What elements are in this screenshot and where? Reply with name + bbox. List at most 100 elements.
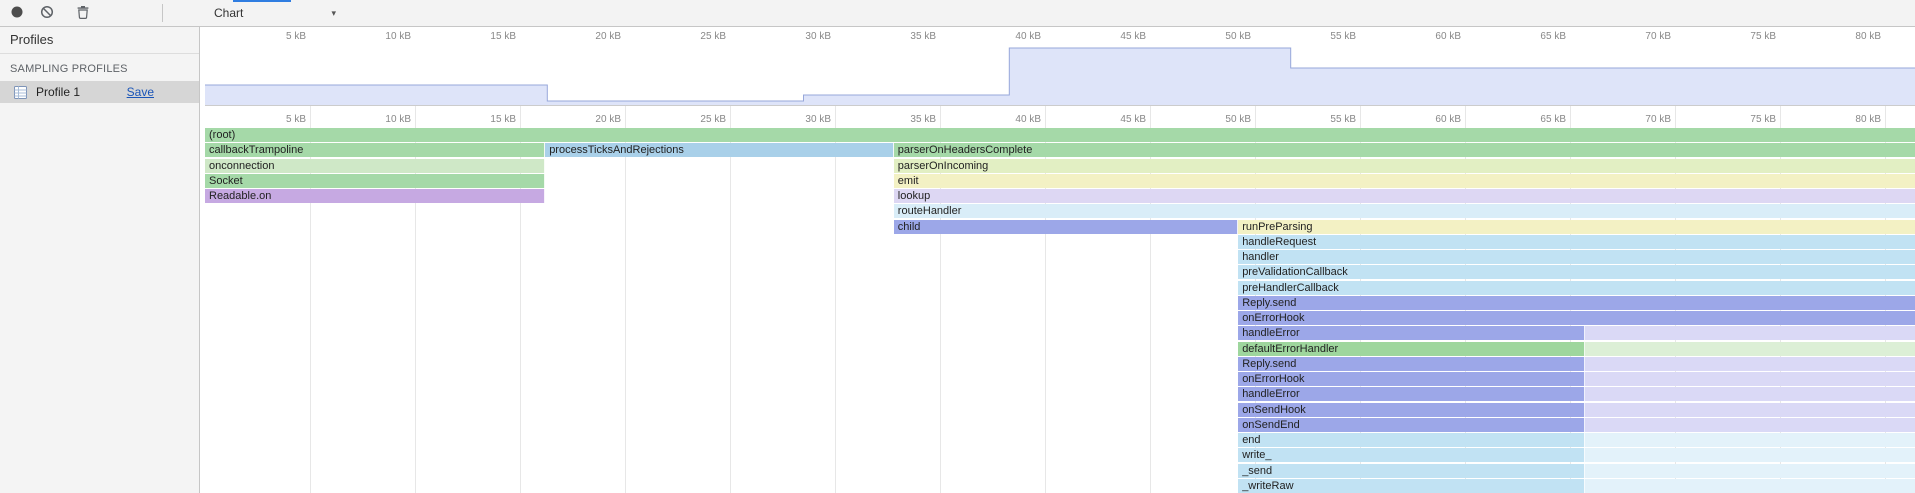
save-link[interactable]: Save [127,85,154,99]
view-mode-value: Chart [214,6,243,20]
flame-bar[interactable]: handleError [1238,387,1585,401]
trash-icon [75,4,91,23]
ruler-tick-label: 75 kB [1750,31,1780,42]
overview-ruler: 5 kB 10 kB 15 kB 20 kB 25 kB 30 kB 35 kB 40 kB 4… [205,27,1915,45]
flame-bar[interactable]: onconnection [205,159,545,173]
record-button[interactable] [4,1,30,25]
flame-bar[interactable]: preValidationCallback [1238,265,1915,279]
overview-pane[interactable] [205,45,1915,106]
flame-bar-extension[interactable] [1585,387,1915,401]
flame-bar[interactable]: handleRequest [1238,235,1915,249]
flame-bar[interactable]: write_ [1238,448,1585,462]
ruler-tick-label: 45 kB [1120,114,1150,125]
sidebar: Profiles SAMPLING PROFILES Profile 1 Sav… [0,27,200,493]
ruler-tick-label: 65 kB [1540,114,1570,125]
ruler-tick-label: 60 kB [1435,114,1465,125]
ruler-tick-label: 70 kB [1645,114,1675,125]
flame-bar[interactable]: child [894,220,1238,234]
flame-bar[interactable]: lookup [894,189,1915,203]
ruler-tick-label: 50 kB [1225,31,1255,42]
chart-ruler: 5 kB 10 kB 15 kB 20 kB 25 kB 30 kB 35 kB 40 kB 4… [205,106,1915,128]
ruler-tick-label: 40 kB [1015,31,1045,42]
view-mode-select[interactable]: Chart ▾ [207,3,343,23]
ruler-tick-label: 75 kB [1750,114,1780,125]
flame-bar-extension[interactable] [1585,342,1915,356]
flame-bar-extension[interactable] [1585,418,1915,432]
ruler-tick-label: 60 kB [1435,31,1465,42]
ruler-tick-label: 45 kB [1120,31,1150,42]
flame-bar[interactable]: Readable.on [205,189,545,203]
flame-bar-extension[interactable] [1585,433,1915,447]
ruler-tick-label: 25 kB [700,114,730,125]
clear-icon [39,4,55,23]
ruler-tick-label: 40 kB [1015,114,1045,125]
ruler-tick-label: 25 kB [700,31,730,42]
ruler-tick-label: 5 kB [286,114,310,125]
ruler-tick-label: 30 kB [805,114,835,125]
flame-chart-canvas: 5 kB 10 kB 15 kB 20 kB 25 kB 30 kB 35 kB 40 kB 4… [205,27,1915,493]
flame-bar[interactable]: onSendEnd [1238,418,1585,432]
profiles-header: Profiles [0,27,199,54]
delete-profile-button[interactable] [70,1,96,25]
flame-chart-main: 5 kB 10 kB 15 kB 20 kB 25 kB 30 kB 35 kB 40 kB 4… [200,27,1915,493]
sampling-profiles-label: SAMPLING PROFILES [0,54,199,81]
ruler-tick-label: 20 kB [595,31,625,42]
flame-bar[interactable]: handleError [1238,326,1585,340]
flame-bar-extension[interactable] [1585,464,1915,478]
flame-bar[interactable]: preHandlerCallback [1238,281,1915,295]
flame-bar[interactable]: parserOnIncoming [894,159,1915,173]
toolbar: Chart ▾ [0,0,1915,27]
flame-bar[interactable]: Reply.send [1238,296,1915,310]
ruler-tick-label: 50 kB [1225,114,1255,125]
flame-chart: (root)callbackTrampolineprocessTicksAndR… [205,128,1915,493]
toolbar-separator [162,4,163,22]
flame-bar-extension[interactable] [1585,357,1915,371]
flame-bar-extension[interactable] [1585,448,1915,462]
ruler-tick-label: 10 kB [385,31,415,42]
record-icon [9,4,25,23]
flame-bar[interactable]: defaultErrorHandler [1238,342,1585,356]
ruler-tick-label: 55 kB [1330,114,1360,125]
flame-bar-extension[interactable] [1585,372,1915,386]
flame-bar[interactable]: handler [1238,250,1915,264]
active-tab-indicator [233,0,291,2]
ruler-tick-label: 5 kB [286,31,310,42]
flame-chart-lower: 5 kB 10 kB 15 kB 20 kB 25 kB 30 kB 35 kB 40 kB 4… [205,106,1915,493]
ruler-tick-label: 65 kB [1540,31,1570,42]
profile-list-item[interactable]: Profile 1 Save [0,81,199,103]
flame-bar[interactable]: _writeRaw [1238,479,1585,493]
flame-bar-extension[interactable] [1585,326,1915,340]
ruler-tick-label: 15 kB [490,114,520,125]
profile-icon [13,85,28,100]
flame-bar-extension[interactable] [1585,403,1915,417]
flame-bar[interactable]: onErrorHook [1238,311,1915,325]
ruler-tick-label: 35 kB [910,31,940,42]
flame-bar[interactable]: Reply.send [1238,357,1585,371]
profile-name: Profile 1 [36,85,127,99]
flame-bar[interactable]: parserOnHeadersComplete [894,143,1915,157]
flame-bar[interactable]: _send [1238,464,1585,478]
flame-bar[interactable]: callbackTrampoline [205,143,545,157]
ruler-tick-label: 10 kB [385,114,415,125]
flame-bar[interactable]: processTicksAndRejections [545,143,894,157]
ruler-tick-label: 20 kB [595,114,625,125]
flame-bar[interactable]: (root) [205,128,1915,142]
ruler-tick-label: 30 kB [805,31,835,42]
flame-bar-extension[interactable] [1585,479,1915,493]
ruler-tick-label: 35 kB [910,114,940,125]
clear-button[interactable] [34,1,60,25]
ruler-tick-label: 80 kB [1855,31,1885,42]
ruler-tick-label: 15 kB [490,31,520,42]
flame-bar[interactable]: onSendHook [1238,403,1585,417]
flame-bar[interactable]: routeHandler [894,204,1915,218]
flame-bar[interactable]: Socket [205,174,545,188]
flame-bar[interactable]: runPreParsing [1238,220,1915,234]
overview-area-chart [205,45,1915,105]
ruler-tick-label: 80 kB [1855,114,1885,125]
chevron-down-icon: ▾ [331,8,336,19]
flame-bar[interactable]: onErrorHook [1238,372,1585,386]
ruler-tick-label: 55 kB [1330,31,1360,42]
ruler-tick-label: 70 kB [1645,31,1675,42]
flame-bar[interactable]: emit [894,174,1915,188]
flame-bar[interactable]: end [1238,433,1585,447]
